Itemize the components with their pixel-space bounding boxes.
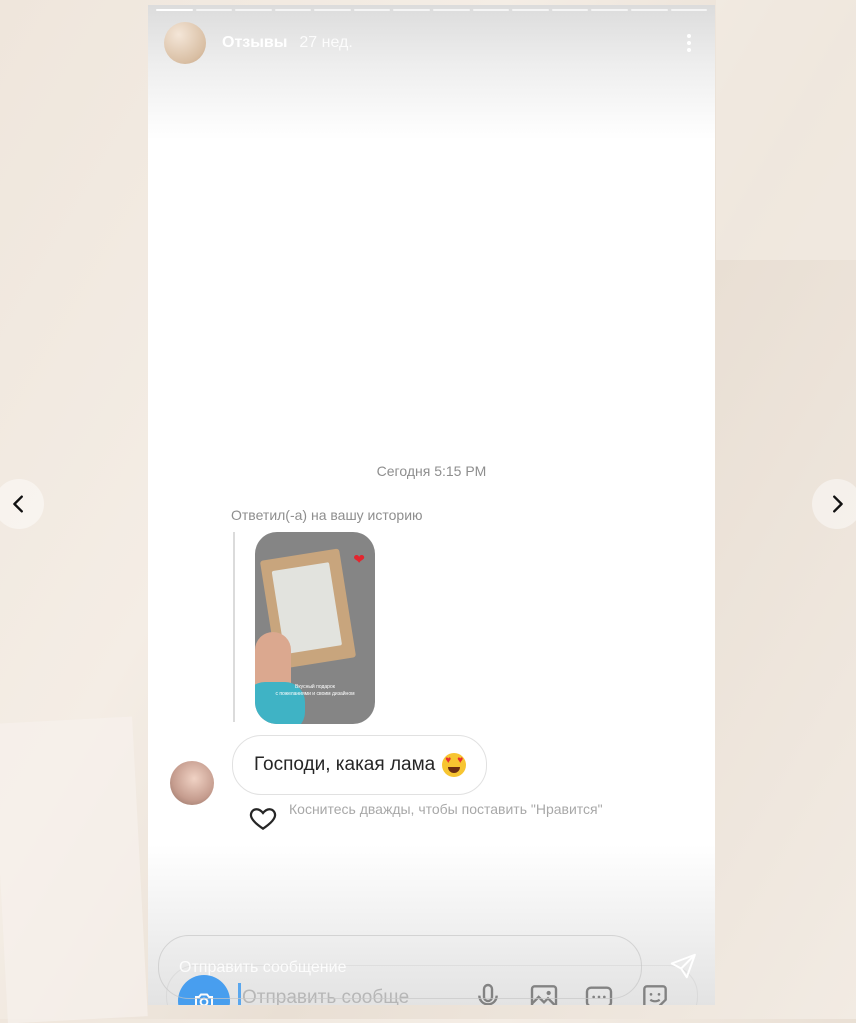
thumbnail-caption: Вкусный подарок с пожеланиями и своим ди… — [275, 684, 355, 697]
progress-segment — [670, 9, 708, 11]
story-reply-placeholder: Отправить сообщение — [179, 959, 347, 976]
progress-segment — [512, 9, 549, 11]
heart-icon: ❤ — [353, 551, 365, 567]
heart-eyes-emoji — [442, 753, 467, 777]
progress-segment — [591, 9, 628, 11]
background-paper — [0, 716, 148, 1023]
background-paper — [716, 0, 856, 260]
progress-segment — [393, 9, 431, 11]
message-timestamp: Сегодня 5:15 PM — [376, 463, 487, 479]
progress-segment — [156, 9, 193, 11]
story-viewer: Отзывы 27 нед. Сегодня 5:15 PM Ответил(-… — [148, 5, 715, 1005]
next-story-button[interactable] — [812, 479, 856, 529]
story-age: 27 нед. — [299, 34, 353, 51]
reply-quote-bar — [233, 532, 235, 722]
story-reply-input[interactable]: Отправить сообщение — [158, 935, 642, 999]
progress-segment — [235, 9, 272, 11]
progress-segment — [433, 9, 470, 11]
progress-segment — [472, 9, 510, 11]
like-hint: Коснитесь дважды, чтобы поставить "Нрави… — [289, 801, 603, 817]
account-name[interactable]: Отзывы — [222, 34, 287, 52]
chevron-left-icon — [13, 495, 23, 513]
account-avatar[interactable] — [164, 22, 206, 64]
story-header: Отзывы 27 нед. — [164, 21, 699, 65]
heart-outline-icon[interactable] — [248, 803, 278, 833]
progress-segment — [630, 9, 668, 11]
message-text: Господи, какая лама — [254, 754, 436, 775]
reply-label: Ответил(-а) на вашу историю — [231, 507, 423, 523]
previous-story-button[interactable] — [0, 479, 44, 529]
more-vertical-icon[interactable] — [679, 28, 699, 58]
send-icon[interactable] — [668, 951, 698, 981]
message-bubble[interactable]: Господи, какая лама — [232, 735, 488, 795]
progress-segment — [274, 9, 312, 11]
progress-segment — [551, 9, 589, 11]
sender-avatar[interactable] — [170, 761, 214, 805]
progress-segment — [314, 9, 351, 11]
progress-segment — [195, 9, 233, 11]
progress-segment — [353, 9, 391, 11]
story-thumbnail[interactable]: ❤ Вкусный подарок с пожеланиями и своим … — [255, 532, 375, 724]
story-progress-bar — [156, 9, 708, 11]
sticker-icon[interactable] — [639, 981, 671, 1005]
chevron-right-icon — [833, 495, 843, 513]
